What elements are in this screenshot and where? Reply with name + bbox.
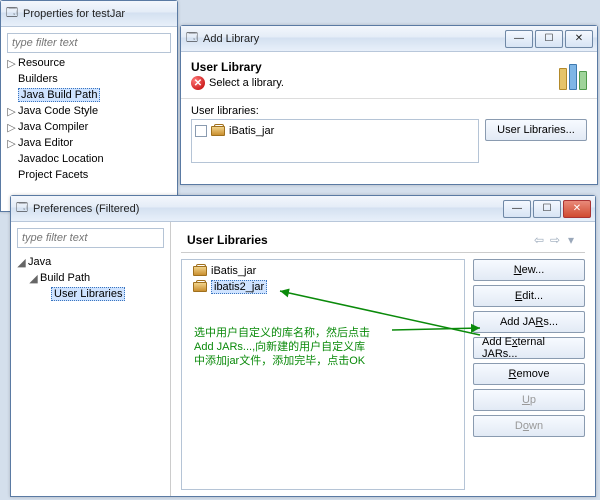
- addlib-item-ibatis[interactable]: iBatis_jar: [195, 123, 475, 139]
- expand-icon[interactable]: ▷: [7, 121, 16, 134]
- properties-tree: ▷Resource Builders Java Build Path ▷Java…: [7, 53, 171, 185]
- tree-label: Builders: [18, 73, 58, 85]
- minimize-button[interactable]: —: [505, 30, 533, 48]
- user-libraries-button[interactable]: User Libraries...: [485, 119, 587, 141]
- properties-title: Properties for testJar: [23, 8, 173, 20]
- tree-label: Java Code Style: [18, 105, 98, 117]
- addlib-titlebar[interactable]: 🗔 Add Library — ☐ ✕: [181, 26, 597, 52]
- tree-label: Javadoc Location: [18, 153, 104, 165]
- maximize-button[interactable]: ☐: [535, 30, 563, 48]
- btn-label: New...: [514, 264, 545, 276]
- tree-label: Build Path: [40, 272, 90, 284]
- remove-button[interactable]: Remove: [473, 363, 585, 385]
- tree-item-codestyle[interactable]: ▷Java Code Style: [7, 103, 171, 119]
- prefs-side-buttons: New... Edit... Add JARs... Add External …: [473, 259, 585, 490]
- tree-label: Resource: [18, 57, 65, 69]
- close-button[interactable]: ✕: [565, 30, 593, 48]
- window-icon: 🗔: [185, 32, 199, 46]
- tree-label-selected: User Libraries: [51, 287, 125, 301]
- prefs-filter-input[interactable]: [17, 228, 164, 248]
- jar-icon: [193, 266, 207, 276]
- expand-icon[interactable]: ▷: [7, 105, 16, 118]
- close-button[interactable]: ✕: [563, 200, 591, 218]
- prefs-titlebar[interactable]: 🗔 Preferences (Filtered) — ☐ ✕: [11, 196, 595, 222]
- properties-titlebar[interactable]: 🗔 Properties for testJar: [1, 1, 177, 27]
- collapse-icon[interactable]: ◢: [29, 272, 38, 285]
- minimize-button[interactable]: —: [503, 200, 531, 218]
- window-icon: 🗔: [15, 202, 29, 216]
- addlib-header: User Library ✕ Select a library.: [181, 52, 597, 99]
- tree-label: Project Facets: [18, 169, 88, 181]
- tree-item-editor[interactable]: ▷Java Editor: [7, 135, 171, 151]
- tree-label: Java: [28, 256, 51, 268]
- nav-menu-icon[interactable]: ▾: [563, 232, 579, 248]
- btn-label: Remove: [509, 368, 550, 380]
- tree-label: Java Editor: [18, 137, 73, 149]
- nav-fwd-icon[interactable]: ⇨: [547, 232, 563, 248]
- add-jars-button[interactable]: Add JARs...: [473, 311, 585, 333]
- addlib-title: Add Library: [203, 33, 503, 45]
- properties-filter-input[interactable]: [7, 33, 171, 53]
- new-button[interactable]: New...: [473, 259, 585, 281]
- expand-icon[interactable]: ▷: [7, 57, 16, 70]
- addlib-listbox[interactable]: iBatis_jar: [191, 119, 479, 163]
- jar-icon: [193, 282, 207, 292]
- prefs-title: Preferences (Filtered): [33, 203, 501, 215]
- tree-item-compiler[interactable]: ▷Java Compiler: [7, 119, 171, 135]
- library-books-icon: [551, 60, 587, 90]
- tree-item-java[interactable]: ◢Java: [17, 254, 164, 270]
- tree-label-selected: Java Build Path: [18, 88, 100, 102]
- prefs-tree: ◢Java ◢Build Path User Libraries: [17, 252, 164, 304]
- error-icon: ✕: [191, 76, 205, 90]
- prefs-body: ◢Java ◢Build Path User Libraries User Li…: [11, 222, 595, 496]
- collapse-icon[interactable]: ◢: [17, 256, 26, 269]
- annotation-text: 选中用户自定义的库名称，然后点击 Add JARs...,向新建的用户自定义库 …: [194, 326, 370, 368]
- btn-label: User Libraries...: [497, 124, 575, 136]
- window-buttons: — ☐ ✕: [501, 200, 591, 218]
- prefs-main: User Libraries ⇦ ⇨ ▾ iBatis_jar ibatis2_…: [171, 222, 595, 496]
- tree-item-javabuild[interactable]: Java Build Path: [7, 87, 171, 103]
- addlib-window: 🗔 Add Library — ☐ ✕ User Library ✕ Selec…: [180, 25, 598, 185]
- tree-item-userlib[interactable]: User Libraries: [17, 286, 164, 302]
- addlib-heading: User Library: [191, 60, 551, 74]
- expand-icon[interactable]: ▷: [7, 137, 16, 150]
- window-buttons: — ☐ ✕: [503, 30, 593, 48]
- edit-button[interactable]: Edit...: [473, 285, 585, 307]
- tree-item-facets[interactable]: Project Facets: [7, 167, 171, 183]
- add-external-jars-button[interactable]: Add External JARs...: [473, 337, 585, 359]
- tree-label: Java Compiler: [18, 121, 88, 133]
- tree-item-buildpath[interactable]: ◢Build Path: [17, 270, 164, 286]
- maximize-button[interactable]: ☐: [533, 200, 561, 218]
- prefs-listbox[interactable]: iBatis_jar ibatis2_jar 选中用户自定义的库名称，然后点击 …: [181, 259, 465, 490]
- down-button[interactable]: Down: [473, 415, 585, 437]
- prefs-item-ibatis2[interactable]: ibatis2_jar: [185, 279, 461, 295]
- prefs-item-label-selected: ibatis2_jar: [211, 280, 267, 294]
- btn-label: Up: [522, 394, 536, 406]
- up-button[interactable]: Up: [473, 389, 585, 411]
- prefs-item-label: iBatis_jar: [211, 265, 256, 277]
- properties-body: ▷Resource Builders Java Build Path ▷Java…: [1, 27, 177, 191]
- btn-label: Down: [515, 420, 543, 432]
- window-icon: 🗔: [5, 7, 19, 21]
- checkbox[interactable]: [195, 125, 207, 137]
- jar-icon: [211, 126, 225, 136]
- tree-item-javadoc[interactable]: Javadoc Location: [7, 151, 171, 167]
- addlib-item-label: iBatis_jar: [229, 125, 274, 137]
- addlib-list-label: User libraries:: [191, 105, 587, 117]
- btn-label: Add JARs...: [500, 316, 558, 328]
- prefs-pane-header: User Libraries ⇦ ⇨ ▾: [181, 228, 585, 253]
- properties-window: 🗔 Properties for testJar ▷Resource Build…: [0, 0, 178, 212]
- btn-label: Add External JARs...: [482, 336, 576, 360]
- tree-item-resource[interactable]: ▷Resource: [7, 55, 171, 71]
- addlib-error-text: Select a library.: [209, 77, 284, 89]
- prefs-sidebar: ◢Java ◢Build Path User Libraries: [11, 222, 171, 496]
- prefs-window: 🗔 Preferences (Filtered) — ☐ ✕ ◢Java ◢Bu…: [10, 195, 596, 497]
- prefs-heading: User Libraries: [187, 233, 531, 247]
- btn-label: Edit...: [515, 290, 543, 302]
- tree-item-builders[interactable]: Builders: [7, 71, 171, 87]
- addlib-body: User libraries: iBatis_jar User Librarie…: [181, 99, 597, 169]
- prefs-item-ibatis[interactable]: iBatis_jar: [185, 263, 461, 279]
- nav-back-icon[interactable]: ⇦: [531, 232, 547, 248]
